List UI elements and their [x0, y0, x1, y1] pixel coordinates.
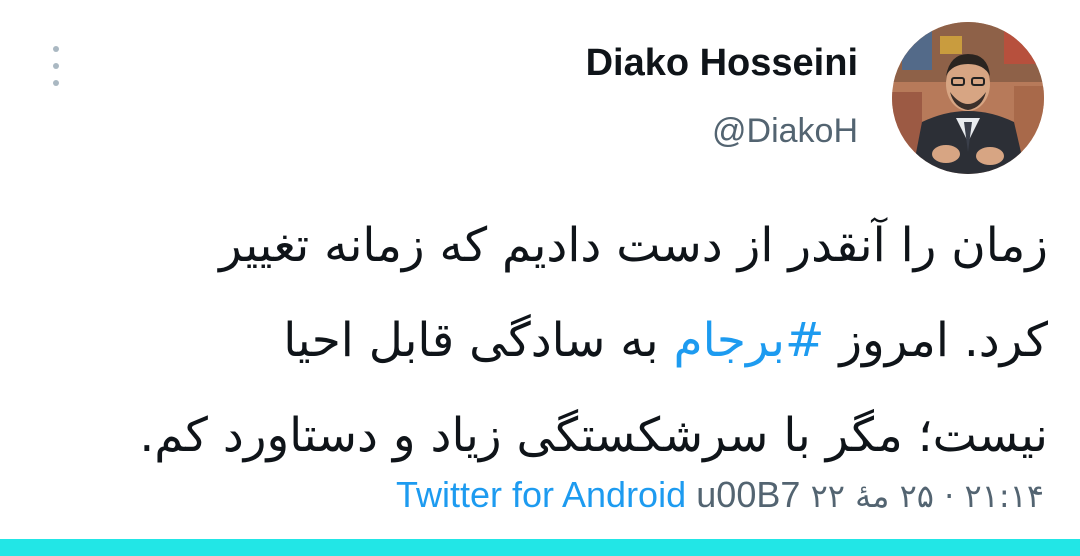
bottom-divider-bar: [0, 539, 1080, 556]
more-dot: [53, 80, 59, 86]
tweet-time[interactable]: ۲۱:۱۴: [964, 477, 1044, 515]
tweet-line: زمان را آنقدر از دست دادیم که زمانه تغیی…: [219, 218, 1048, 273]
user-handle[interactable]: @DiakoH: [712, 112, 858, 151]
avatar[interactable]: [892, 22, 1044, 174]
hashtag-link[interactable]: #برجام: [674, 313, 825, 368]
meta-separator: ·: [944, 477, 955, 515]
tweet-text-segment: به سادگی قابل احیا: [283, 313, 674, 368]
display-name[interactable]: Diako Hosseini: [586, 42, 858, 85]
more-dot: [53, 63, 59, 69]
tweet-source-link[interactable]: Twitter for Android: [396, 474, 686, 515]
separator-code: u00B7: [696, 474, 801, 515]
tweet-meta: ۲۱:۱۴ · ۲۵ مهٔ ۲۲ u00B7 Twitter for Andr…: [396, 474, 1044, 516]
tweet-text-segment: کرد. امروز: [824, 313, 1048, 368]
tweet-line: کرد. امروز #برجام به سادگی قابل احیا: [36, 293, 1048, 388]
avatar-photo: [892, 22, 1044, 174]
tweet-line: نیست؛ مگر با سرشکستگی زیاد و دستاورد کم.: [139, 408, 1048, 463]
more-dot: [53, 46, 59, 52]
tweet-date[interactable]: ۲۵ مهٔ ۲۲: [811, 477, 934, 515]
more-options-icon[interactable]: [44, 46, 68, 86]
tweet-text: زمان را آنقدر از دست دادیم که زمانه تغیی…: [36, 198, 1048, 483]
